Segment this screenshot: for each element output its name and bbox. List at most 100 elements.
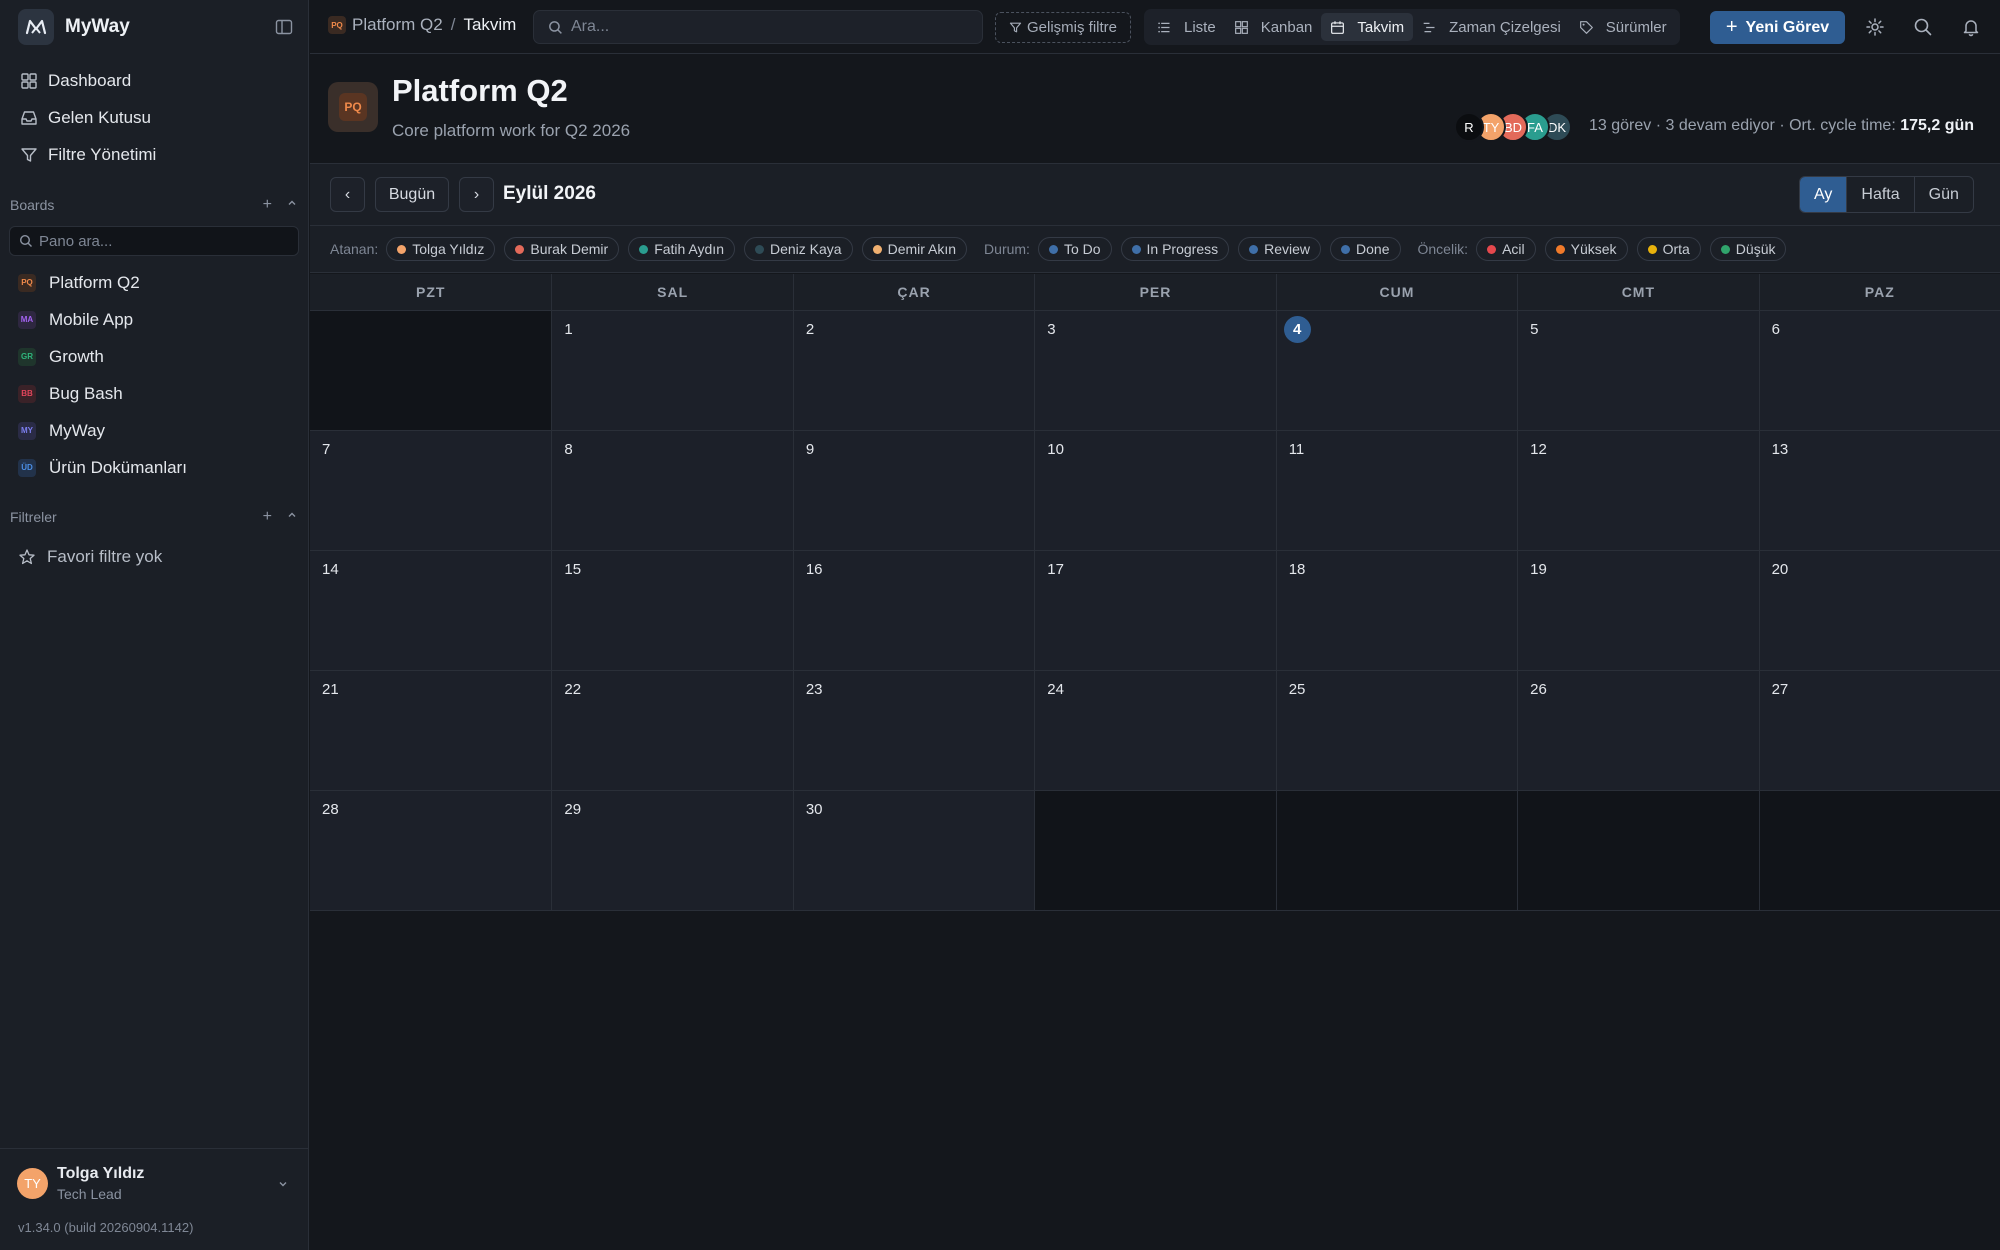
chevron-down-icon[interactable] [277, 1177, 289, 1195]
priority-chip-acil[interactable]: Acil [1476, 237, 1536, 261]
chip-label-text: Acil [1502, 241, 1525, 257]
bell-icon[interactable] [1961, 17, 1981, 37]
assignee-chip-deniz-kaya[interactable]: Deniz Kaya [743, 237, 853, 261]
chevron-up-icon[interactable] [286, 508, 298, 526]
calendar-day-cell[interactable]: 4 [1275, 311, 1518, 431]
view-mode-hafta[interactable]: Hafta [1846, 177, 1913, 212]
myway-logo-icon [18, 9, 54, 45]
calendar-day-cell[interactable]: 16 [792, 551, 1035, 671]
day-number: 18 [1288, 561, 1306, 578]
calendar-day-cell[interactable]: 20 [1758, 551, 2000, 671]
sidebar-item-urun-dokumanlari[interactable]: ÜD Ürün Dokümanları [10, 449, 300, 486]
assignee-chip-burak-demir[interactable]: Burak Demir [504, 237, 620, 261]
calendar-day-cell[interactable]: 2 [792, 311, 1035, 431]
sidebar-item-bug-bash[interactable]: BB Bug Bash [10, 375, 300, 412]
nav-item-dashboard[interactable]: Dashboard [10, 62, 300, 99]
sidebar-item-growth[interactable]: GR Growth [10, 338, 300, 375]
calendar-day-cell[interactable]: 10 [1034, 431, 1276, 551]
nav-item-filter-management[interactable]: Filtre Yönetimi [10, 136, 300, 173]
calendar-day-cell[interactable]: 18 [1275, 551, 1518, 671]
color-dot [1048, 244, 1058, 254]
topbar: PQ Platform Q2 / Takvim Ara... Gelişmiş … [310, 0, 2000, 54]
calendar-day-cell[interactable]: 24 [1034, 671, 1276, 791]
today-marker: 4 [1283, 316, 1311, 343]
search-icon[interactable] [1913, 17, 1933, 37]
tab-takvim[interactable]: Takvim [1321, 13, 1414, 41]
prev-month-button[interactable]: ‹ [330, 177, 365, 212]
tab-surumler[interactable]: Sürümler [1570, 13, 1676, 41]
next-month-button[interactable]: › [459, 177, 494, 212]
assignee-chip-fatih-aydin[interactable]: Fatih Aydın [628, 237, 735, 261]
priority-chip-yuksek[interactable]: Yüksek [1544, 237, 1628, 261]
nav-item-inbox[interactable]: Gelen Kutusu [10, 99, 300, 136]
view-mode-ay[interactable]: Ay [1800, 177, 1847, 212]
calendar-day-cell[interactable]: 9 [792, 431, 1035, 551]
search-input[interactable]: Ara... [533, 10, 983, 44]
calendar-toolbar: ‹ Bugün › Eylül 2026 Ay Hafta Gün [310, 163, 2000, 225]
board-badge: BB [18, 384, 36, 403]
sidebar-toggle-icon[interactable] [275, 18, 293, 36]
avatar[interactable]: R [1454, 112, 1484, 142]
advanced-filter-button[interactable]: Gelişmiş filtre [995, 12, 1131, 43]
breadcrumb-project[interactable]: Platform Q2 [352, 15, 443, 35]
board-search-input[interactable]: Pano ara... [9, 226, 299, 256]
settings-gear-icon[interactable] [1865, 17, 1885, 37]
tab-kanban[interactable]: Kanban [1225, 13, 1322, 41]
calendar-day-cell[interactable]: 30 [792, 791, 1035, 911]
advanced-filter-label: Gelişmiş filtre [1026, 19, 1117, 36]
calendar-day-cell[interactable]: 14 [310, 551, 552, 671]
project-stats-text: 13 görev · 3 devam ediyor · Ort. cycle t… [1589, 117, 1901, 134]
board-search-placeholder: Pano ara... [39, 232, 113, 250]
chip-label-text: In Progress [1146, 241, 1219, 257]
brand[interactable]: MyWay [18, 8, 130, 46]
calendar-day-cell[interactable]: 21 [310, 671, 552, 791]
status-chip-done[interactable]: Done [1330, 237, 1401, 261]
sidebar-item-mobile-app[interactable]: MA Mobile App [10, 301, 300, 338]
status-chip-to-do[interactable]: To Do [1037, 237, 1112, 261]
chevron-right-icon: › [473, 185, 480, 203]
user-menu[interactable]: TY Tolga Yıldız Tech Lead v1.34.0 (build… [0, 1148, 309, 1250]
calendar-day-cell[interactable]: 28 [310, 791, 552, 911]
calendar-day-cell[interactable]: 17 [1034, 551, 1276, 671]
calendar-day-cell[interactable]: 6 [1758, 311, 2000, 431]
calendar-day-cell[interactable]: 15 [551, 551, 793, 671]
day-number: 19 [1530, 561, 1547, 578]
status-chip-review[interactable]: Review [1238, 237, 1322, 261]
sidebar-item-platform-q2[interactable]: PQ Platform Q2 [10, 264, 300, 301]
new-task-button[interactable]: + Yeni Görev [1710, 11, 1845, 44]
calendar-day-cell[interactable]: 19 [1517, 551, 1759, 671]
view-mode-gun[interactable]: Gün [1913, 177, 1973, 212]
calendar-day-cell[interactable]: 27 [1758, 671, 2000, 791]
calendar-day-cell[interactable]: 11 [1275, 431, 1518, 551]
calendar-day-cell[interactable]: 23 [792, 671, 1035, 791]
sidebar-item-myway[interactable]: MY MyWay [10, 412, 300, 449]
assignee-chip-tolga-yildiz[interactable]: Tolga Yıldız [386, 237, 496, 261]
calendar-day-cell[interactable]: 8 [551, 431, 793, 551]
add-filter-icon[interactable]: + [263, 508, 272, 526]
assignee-chip-demir-akin[interactable]: Demir Akın [861, 237, 968, 261]
add-board-icon[interactable]: + [263, 196, 272, 214]
calendar-day-cell[interactable]: 25 [1275, 671, 1518, 791]
calendar-day-cell[interactable]: 7 [310, 431, 552, 551]
status-chip-in-progress[interactable]: In Progress [1120, 237, 1230, 261]
tab-zaman-cizelgesi[interactable]: Zaman Çizelgesi [1413, 13, 1570, 41]
chevron-up-icon[interactable] [286, 196, 298, 214]
calendar-day-cell[interactable]: 26 [1517, 671, 1759, 791]
day-number: 2 [805, 321, 815, 338]
calendar-day-cell[interactable]: 13 [1758, 431, 2000, 551]
today-label: Bugün [388, 185, 436, 203]
priority-chip-orta[interactable]: Orta [1636, 237, 1701, 261]
weekday-header: PZT SAL ÇAR PER CUM CMT PAZ [310, 274, 2000, 311]
calendar-day-cell[interactable]: 29 [551, 791, 793, 911]
calendar-day-cell[interactable]: 12 [1517, 431, 1759, 551]
weekday-per: PER [1034, 274, 1275, 310]
member-avatars[interactable]: R TY BD FA DK [1454, 112, 1572, 142]
tab-liste[interactable]: Liste [1148, 13, 1225, 41]
calendar-day-cell[interactable]: 5 [1517, 311, 1759, 431]
calendar-day-cell[interactable]: 3 [1034, 311, 1276, 431]
calendar-day-cell[interactable]: 22 [551, 671, 793, 791]
calendar-day-cell[interactable]: 1 [551, 311, 793, 431]
today-button[interactable]: Bugün [375, 177, 449, 212]
nav-item-label: Dashboard [48, 70, 132, 90]
priority-chip-dusuk[interactable]: Düşük [1709, 237, 1787, 261]
